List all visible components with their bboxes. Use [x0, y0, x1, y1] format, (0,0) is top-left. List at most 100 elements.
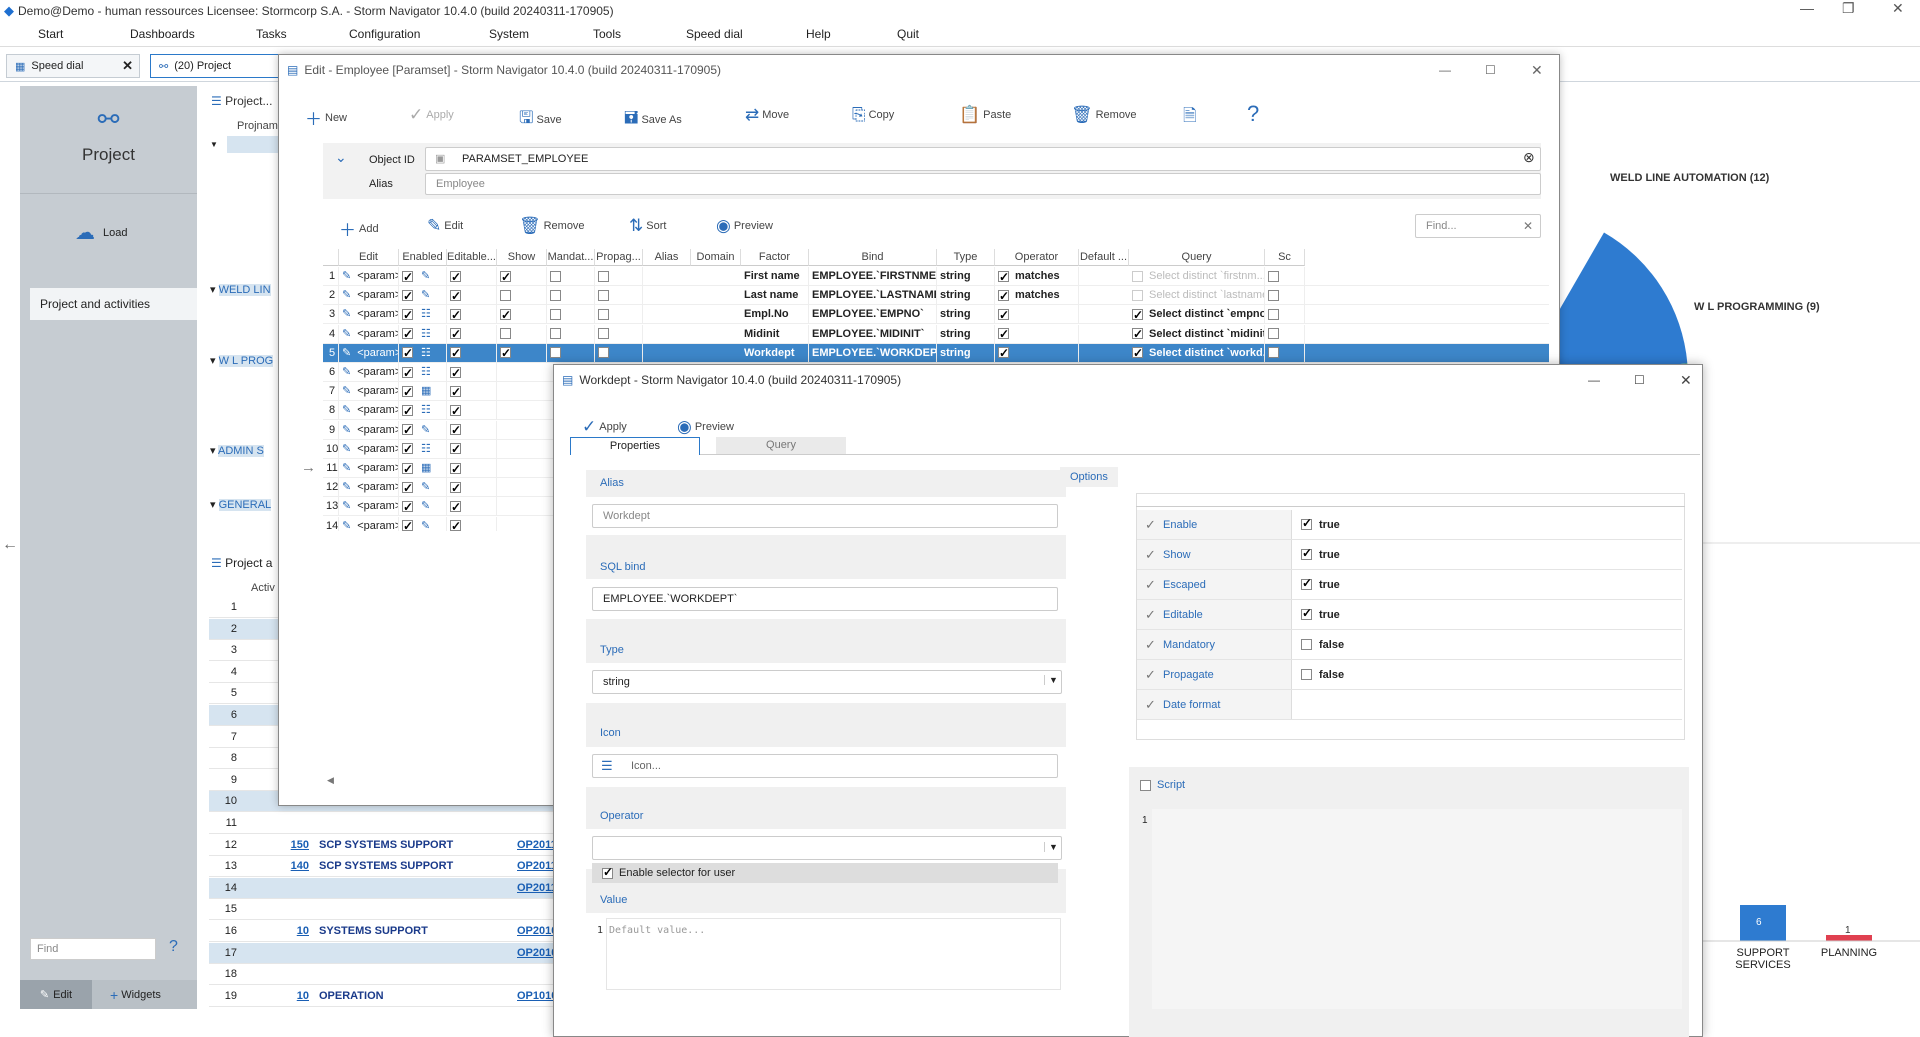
sort-button[interactable]: ⇅ Sort — [629, 216, 666, 236]
option-row[interactable]: ✓ Show true — [1137, 540, 1682, 570]
add-button[interactable]: ＋ Add — [339, 216, 379, 241]
sidebar-item-project-activities[interactable]: Project and activities — [30, 288, 197, 320]
activity-code[interactable]: OP1010 — [517, 990, 557, 1002]
checkbox-icon[interactable] — [450, 517, 461, 531]
column-header[interactable]: Factor — [741, 249, 809, 266]
checkbox-icon[interactable] — [402, 287, 413, 305]
pie-slice-weld-line[interactable] — [1560, 232, 1688, 378]
scroll-left-icon[interactable]: ◀ — [327, 775, 334, 786]
option-row[interactable]: ✓ Editable true — [1137, 600, 1682, 630]
edit-icon[interactable]: ✎ — [342, 520, 351, 531]
column-header[interactable]: Sc — [1265, 249, 1305, 266]
collapse-arrow-icon[interactable]: ← — [2, 536, 18, 554]
edit-icon[interactable]: ✎ — [342, 404, 351, 416]
save-button[interactable]: 🖫 Save — [519, 105, 562, 134]
close-tab-icon[interactable]: ✕ — [122, 58, 133, 74]
script-checkbox[interactable]: Script — [1140, 779, 1185, 791]
option-row[interactable]: ✓ Enable true — [1137, 510, 1682, 540]
checkbox-icon[interactable] — [450, 479, 461, 497]
checkbox-icon[interactable] — [1301, 576, 1312, 590]
checkbox-icon[interactable] — [1301, 669, 1312, 680]
clear-icon[interactable]: ⊗ — [1523, 149, 1535, 166]
checkbox-icon[interactable] — [402, 460, 413, 478]
checkbox-icon[interactable] — [450, 498, 461, 516]
checkbox-icon[interactable] — [550, 308, 561, 320]
checkbox-icon[interactable] — [450, 344, 461, 363]
preview-button[interactable]: ◉ Preview — [716, 216, 773, 236]
load-button[interactable]: ☁ Load — [75, 220, 127, 245]
checkbox-icon[interactable] — [402, 306, 413, 324]
table-row[interactable]: 17 OP2010 — [209, 942, 557, 964]
activity-number[interactable]: 10 — [249, 925, 309, 937]
checkbox-icon[interactable] — [450, 287, 461, 305]
checkbox-icon[interactable] — [1132, 325, 1143, 344]
edit-row-button[interactable]: ✎ Edit — [427, 216, 463, 236]
checkbox-icon[interactable] — [550, 328, 561, 340]
edit-icon[interactable]: ✎ — [342, 308, 351, 320]
edit-icon[interactable]: ✎ — [342, 270, 351, 282]
column-header[interactable]: Operator — [995, 249, 1079, 266]
menu-help[interactable]: Help — [806, 27, 831, 41]
save-as-button[interactable]: 🖬 Save As — [624, 105, 682, 134]
table-row[interactable]: 3✎ <param> ☷ Empl.NoEMPLOYEE.`EMPNO`string S… — [323, 305, 1549, 325]
option-row[interactable]: ✓ Propagate false — [1137, 660, 1682, 690]
checkbox-icon[interactable] — [500, 328, 511, 340]
checkbox-icon[interactable] — [598, 328, 609, 340]
table-row[interactable]: 2✎<param>✎Last nameEMPLOYEE.`LASTNAME`st… — [323, 286, 1549, 306]
checkbox-icon[interactable] — [1132, 344, 1143, 363]
checkbox-icon[interactable] — [500, 306, 511, 324]
column-header[interactable]: Bind — [809, 249, 937, 266]
checkbox-icon[interactable] — [1132, 289, 1143, 301]
checkbox-icon[interactable] — [402, 421, 413, 440]
clear-find-icon[interactable]: ✕ — [1523, 219, 1533, 233]
close-icon[interactable]: ✕ — [1680, 372, 1692, 389]
table-row[interactable]: 14 OP2011 — [209, 877, 557, 899]
tab-properties[interactable]: Properties — [570, 437, 700, 455]
checkbox-icon[interactable] — [998, 325, 1009, 344]
edit-icon[interactable]: ✎ — [342, 481, 351, 493]
chevron-down-icon[interactable]: ▼ — [1044, 675, 1058, 685]
checkbox-icon[interactable] — [1301, 606, 1312, 620]
checkbox-icon[interactable] — [1132, 306, 1143, 324]
tree-row-selected[interactable] — [227, 136, 285, 153]
column-header[interactable]: Alias — [643, 249, 691, 266]
table-row[interactable]: 1910OPERATIONOP1010F — [209, 986, 568, 1007]
checkbox-icon[interactable] — [450, 460, 461, 478]
tab-speed-dial[interactable]: ▦ Speed dial ✕ — [6, 54, 140, 78]
table-row[interactable]: 1610SYSTEMS SUPPORTOP2010T — [209, 921, 568, 942]
table-row[interactable]: 12150SCP SYSTEMS SUPPORTOP2011R — [209, 835, 569, 856]
edit-icon[interactable]: ✎ — [342, 500, 351, 512]
checkbox-icon[interactable] — [402, 498, 413, 516]
restore-icon[interactable]: ❐ — [1842, 0, 1855, 17]
checkbox-icon[interactable] — [500, 344, 511, 363]
menu-quit[interactable]: Quit — [897, 27, 919, 41]
checkbox-icon[interactable] — [1268, 347, 1279, 359]
checkbox-icon[interactable] — [402, 402, 413, 420]
checkbox-icon[interactable] — [1301, 516, 1312, 530]
checkbox-icon[interactable] — [1268, 289, 1279, 301]
column-header[interactable]: Domain — [691, 249, 741, 266]
checkbox-icon[interactable] — [550, 347, 561, 359]
checkbox-icon[interactable] — [550, 289, 561, 301]
paste-button[interactable]: 📋 Paste — [959, 105, 1011, 125]
option-row[interactable]: ✓ Date format — [1137, 690, 1682, 720]
minimize-icon[interactable]: — — [1588, 373, 1600, 387]
table-row[interactable]: 13140SCP SYSTEMS SUPPORTOP2011R — [209, 856, 569, 878]
help-button[interactable]: ? — [1247, 101, 1262, 127]
menu-system[interactable]: System — [489, 27, 529, 41]
menu-tasks[interactable]: Tasks — [256, 27, 287, 41]
tree-group[interactable]: ▾ W L PROG — [210, 354, 274, 367]
edit-icon[interactable]: ✎ — [342, 443, 351, 455]
column-header[interactable]: Propag... — [595, 249, 643, 266]
alias-input[interactable]: Employee — [425, 173, 1541, 195]
option-row[interactable]: ✓ Escaped true — [1137, 570, 1682, 600]
checkbox-icon[interactable] — [598, 308, 609, 320]
edit-icon[interactable]: ✎ — [342, 424, 351, 436]
edit-button[interactable]: ✎ Edit — [20, 980, 92, 1009]
checkbox-icon[interactable] — [998, 344, 1009, 363]
activity-number[interactable]: 10 — [249, 990, 309, 1002]
type-select[interactable]: string — [592, 670, 1062, 694]
collapse-chevrons-icon[interactable]: ⌄ — [335, 149, 347, 166]
activity-code[interactable]: OP2010 — [517, 925, 557, 937]
table-row[interactable]: 4✎ <param> ☷ MidinitEMPLOYEE.`MIDINIT`strin… — [323, 324, 1549, 344]
